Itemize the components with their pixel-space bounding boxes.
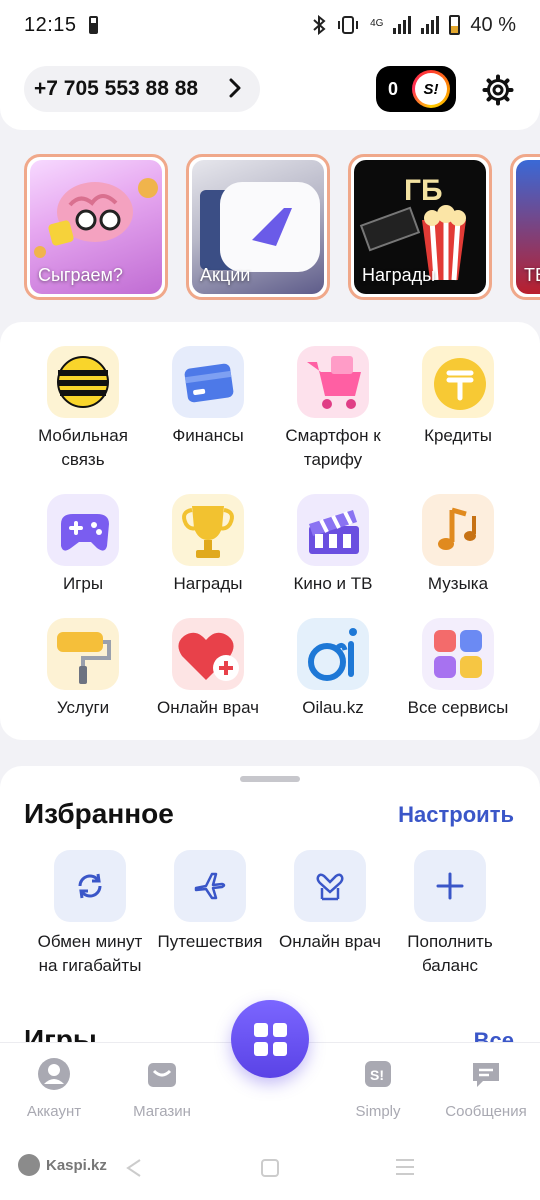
signal-icon-2	[421, 16, 440, 34]
tab-label: Аккаунт	[26, 1103, 82, 1120]
favorite-exchange[interactable]: Обмен минут на гигабайты	[30, 850, 150, 978]
story-rewards[interactable]: ГБ Награды	[348, 154, 492, 300]
service-games[interactable]: Игры	[21, 494, 145, 596]
card-icon	[172, 346, 244, 418]
airplane-icon	[174, 850, 246, 922]
svg-text:ГБ: ГБ	[404, 174, 443, 207]
sheet-grabber[interactable]	[240, 776, 300, 782]
clock: 12:15	[24, 13, 77, 36]
gear-icon[interactable]	[482, 74, 514, 106]
tab-account[interactable]: Аккаунт	[0, 1057, 108, 1120]
status-bar: 12:15 4G 40 %	[0, 0, 540, 50]
simply-logo-icon: S!	[412, 70, 450, 108]
bluetooth-icon	[313, 15, 326, 35]
music-note-icon	[422, 494, 494, 566]
tenge-icon	[422, 346, 494, 418]
favorite-travel[interactable]: Путешествия	[150, 850, 270, 954]
configure-link[interactable]: Настроить	[398, 802, 514, 828]
services-grid-icon	[253, 1022, 287, 1056]
vibrate-icon	[338, 16, 359, 34]
status-icons: 4G 40 %	[312, 14, 516, 37]
messages-icon	[473, 1063, 499, 1087]
favorite-online-doctor[interactable]: Онлайн врач	[270, 850, 390, 954]
service-online-doctor[interactable]: Онлайн врач	[146, 618, 270, 720]
service-cinema[interactable]: Кино и ТВ	[271, 494, 395, 596]
service-rewards[interactable]: Награды	[146, 494, 270, 596]
simply-points: 0	[388, 78, 399, 99]
battery-saver-icon	[88, 16, 98, 34]
system-navigation: Kaspi.kz	[0, 1142, 540, 1200]
doctor-icon	[294, 850, 366, 922]
cart-icon	[297, 346, 369, 418]
simply-icon: S!	[365, 1061, 391, 1087]
favorites-title: Избранное	[24, 798, 174, 829]
clapperboard-icon	[297, 494, 369, 566]
home-icon[interactable]	[261, 1159, 279, 1177]
chevron-right-icon	[229, 78, 241, 98]
service-mobile[interactable]: Мобильная связь	[21, 346, 145, 472]
service-credits[interactable]: Кредиты	[396, 346, 520, 448]
signal-icon	[393, 16, 412, 34]
service-oilau[interactable]: Oilau.kz	[271, 618, 395, 720]
beeline-logo-icon	[47, 346, 119, 418]
service-finance[interactable]: Финансы	[146, 346, 270, 448]
trophy-icon	[172, 494, 244, 566]
plus-icon	[414, 850, 486, 922]
tab-shop[interactable]: Магазин	[108, 1057, 216, 1120]
tab-simply[interactable]: S! Simply	[324, 1057, 432, 1120]
phone-number-button[interactable]: +7 705 553 88 88	[24, 66, 260, 112]
story-label: Награды	[362, 265, 436, 285]
services-grid: Мобильная связь Финансы Смартфон к тариф…	[0, 322, 540, 740]
header: +7 705 553 88 88 0 S!	[0, 50, 540, 130]
stories-carousel[interactable]: Сыграем? Акции ГБ Награды ТВ	[24, 152, 540, 300]
story-label: ТВ	[524, 265, 540, 285]
story-label: Сыграем?	[38, 265, 123, 285]
kaspi-logo-icon	[18, 1154, 40, 1176]
story-tv[interactable]: ТВ	[510, 154, 540, 300]
story-label: Акции	[200, 265, 251, 285]
simply-points-badge[interactable]: 0 S!	[376, 66, 456, 112]
favorite-top-up[interactable]: Пополнить баланс	[390, 850, 510, 978]
story-promo[interactable]: Акции	[186, 154, 330, 300]
service-music[interactable]: Музыка	[396, 494, 520, 596]
oilau-logo-icon	[297, 618, 369, 690]
tab-label: Сообщения	[445, 1103, 527, 1120]
account-icon	[38, 1058, 70, 1090]
tab-messages[interactable]: Сообщения	[432, 1057, 540, 1120]
tab-label: Магазин	[133, 1103, 191, 1120]
exchange-icon	[54, 850, 126, 922]
service-smartphone[interactable]: Смартфон к тарифу	[271, 346, 395, 472]
shop-icon	[148, 1063, 176, 1087]
watermark: Kaspi.kz	[18, 1154, 107, 1176]
tab-label: Simply	[355, 1103, 401, 1120]
battery-percent: 40 %	[470, 13, 516, 36]
recents-icon[interactable]	[396, 1159, 414, 1175]
all-services-icon	[422, 618, 494, 690]
network-type: 4G	[370, 17, 384, 29]
service-services[interactable]: Услуги	[21, 618, 145, 720]
back-icon[interactable]	[124, 1158, 144, 1178]
battery-icon	[449, 15, 461, 35]
services-grid-button[interactable]	[231, 1000, 309, 1078]
gamepad-icon	[47, 494, 119, 566]
heart-medical-icon	[172, 618, 244, 690]
service-all[interactable]: Все сервисы	[396, 618, 520, 720]
svg-text:S!: S!	[370, 1067, 384, 1083]
phone-number: +7 705 553 88 88	[34, 77, 199, 100]
paint-roller-icon	[47, 618, 119, 690]
story-play[interactable]: Сыграем?	[24, 154, 168, 300]
